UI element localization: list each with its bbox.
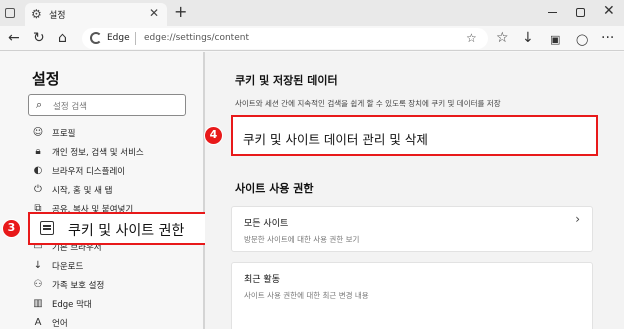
card-desc: 사이트 사용 권한에 대한 최근 변경 내용 bbox=[244, 291, 369, 300]
sidebar-item-label: 가족 보호 설정 bbox=[52, 281, 105, 291]
back-arrow-icon[interactable]: ← bbox=[8, 29, 20, 47]
maximize-button[interactable] bbox=[576, 8, 585, 17]
sidebar-item-label: 프로필 bbox=[52, 129, 76, 139]
sidebar-item-edge-bar[interactable]: ▥ Edge 막대 bbox=[32, 295, 197, 313]
sidebar-item-downloads[interactable]: ↓ 다운로드 bbox=[32, 257, 197, 275]
sidebar-item-profile[interactable]: ☺ 프로필 bbox=[32, 124, 197, 142]
more-menu-icon[interactable]: ··· bbox=[601, 29, 614, 47]
edge-logo-icon bbox=[90, 32, 102, 44]
address-brand: Edge bbox=[107, 33, 130, 43]
card-title: 모든 사이트 bbox=[244, 219, 289, 229]
step-badge-4: 4 bbox=[204, 126, 223, 145]
section-title-permissions: 사이트 사용 권한 bbox=[235, 182, 314, 195]
sidebar-item-family[interactable]: ⚇ 가족 보호 설정 bbox=[32, 276, 197, 294]
address-bar[interactable]: Edge edge://settings/content ☆ bbox=[82, 28, 488, 49]
new-tab-button[interactable]: + bbox=[174, 4, 187, 20]
card-desc: 방문한 사이트에 대한 사용 권한 보기 bbox=[244, 235, 360, 244]
manage-cookies-row[interactable]: 쿠키 및 사이트 데이터 관리 및 삭제 bbox=[231, 115, 598, 156]
toolbar: ← ↻ ⌂ Edge edge://settings/content ☆ ☆ ↓… bbox=[0, 26, 624, 51]
close-window-button[interactable]: ✕ bbox=[603, 3, 615, 19]
sidebar-item-label: 시작, 홈 및 새 탭 bbox=[52, 186, 113, 196]
window-menu-icon[interactable] bbox=[5, 8, 15, 18]
address-separator bbox=[135, 32, 136, 45]
sidebar-item-label: 브라우저 디스플레이 bbox=[52, 167, 126, 177]
download-icon[interactable]: ↓ bbox=[522, 29, 534, 47]
favorite-star-icon[interactable]: ☆ bbox=[466, 31, 477, 45]
sidebar-item-cookies-site-permissions[interactable]: 쿠키 및 사이트 권한 bbox=[28, 212, 208, 245]
sidebar-item-display[interactable]: ◐ 브라우저 디스플레이 bbox=[32, 162, 197, 180]
edge-bar-icon: ▥ bbox=[33, 298, 43, 309]
download-icon: ↓ bbox=[33, 260, 43, 271]
search-input[interactable]: ⌕ 설정 검색 bbox=[28, 94, 186, 116]
favorites-icon[interactable]: ☆ bbox=[496, 29, 509, 47]
extensions-icon[interactable]: ▣ bbox=[550, 31, 560, 49]
power-icon: ⏻ bbox=[34, 184, 42, 195]
language-icon: A bbox=[34, 317, 42, 328]
sidebar-item-label: Edge 막대 bbox=[52, 300, 92, 310]
sidebar-title: 설정 bbox=[32, 70, 60, 88]
all-sites-row[interactable]: 모든 사이트 방문한 사이트에 대한 사용 권한 보기 › bbox=[231, 206, 593, 252]
section-title-cookies: 쿠키 및 저장된 데이터 bbox=[235, 74, 338, 87]
search-icon: ⌕ bbox=[36, 98, 43, 111]
sidebar-item-label: 다운로드 bbox=[52, 262, 84, 272]
sidebar-item-language[interactable]: A 언어 bbox=[32, 314, 197, 329]
search-placeholder: 설정 검색 bbox=[53, 102, 87, 112]
lock-icon: 🔒︎ bbox=[35, 146, 41, 157]
close-tab-icon[interactable]: ✕ bbox=[149, 6, 159, 20]
profile-icon[interactable]: ◯ bbox=[576, 31, 588, 49]
address-url[interactable]: edge://settings/content bbox=[144, 33, 249, 43]
sidebar-item-label: 개인 정보, 검색 및 서비스 bbox=[52, 148, 144, 158]
home-icon[interactable]: ⌂ bbox=[58, 29, 67, 47]
family-icon: ⚇ bbox=[33, 279, 43, 290]
chevron-right-icon: › bbox=[575, 212, 580, 226]
settings-sidebar: 설정 ⌕ 설정 검색 ☺ 프로필 🔒︎ 개인 정보, 검색 및 서비스 ◐ 브라… bbox=[0, 52, 203, 329]
profile-icon: ☺ bbox=[32, 127, 44, 138]
title-bar: ⚙ 설정 ✕ + ✕ bbox=[0, 0, 624, 26]
card-title: 최근 활동 bbox=[244, 275, 280, 285]
tab-title: 설정 bbox=[49, 11, 66, 21]
refresh-icon[interactable]: ↻ bbox=[33, 29, 45, 47]
sidebar-item-label: 쿠키 및 사이트 권한 bbox=[68, 223, 185, 239]
cookie-site-icon bbox=[40, 221, 54, 235]
tab-settings[interactable]: ⚙ 설정 ✕ bbox=[25, 3, 167, 26]
section-desc-cookies: 사이트와 세션 간에 지속적인 검색을 쉽게 할 수 있도록 장치에 쿠키 및 … bbox=[235, 99, 501, 108]
sidebar-item-label: 언어 bbox=[52, 319, 68, 329]
recent-activity-card: 최근 활동 사이트 사용 권한에 대한 최근 변경 내용 bbox=[231, 262, 593, 329]
step-badge-3: 3 bbox=[2, 219, 21, 238]
minimize-button[interactable] bbox=[548, 12, 557, 13]
display-icon: ◐ bbox=[33, 165, 43, 176]
sidebar-item-privacy[interactable]: 🔒︎ 개인 정보, 검색 및 서비스 bbox=[32, 143, 197, 161]
manage-cookies-label: 쿠키 및 사이트 데이터 관리 및 삭제 bbox=[243, 132, 428, 147]
gear-icon: ⚙ bbox=[31, 7, 42, 21]
sidebar-item-start-home[interactable]: ⏻ 시작, 홈 및 새 탭 bbox=[32, 181, 197, 199]
